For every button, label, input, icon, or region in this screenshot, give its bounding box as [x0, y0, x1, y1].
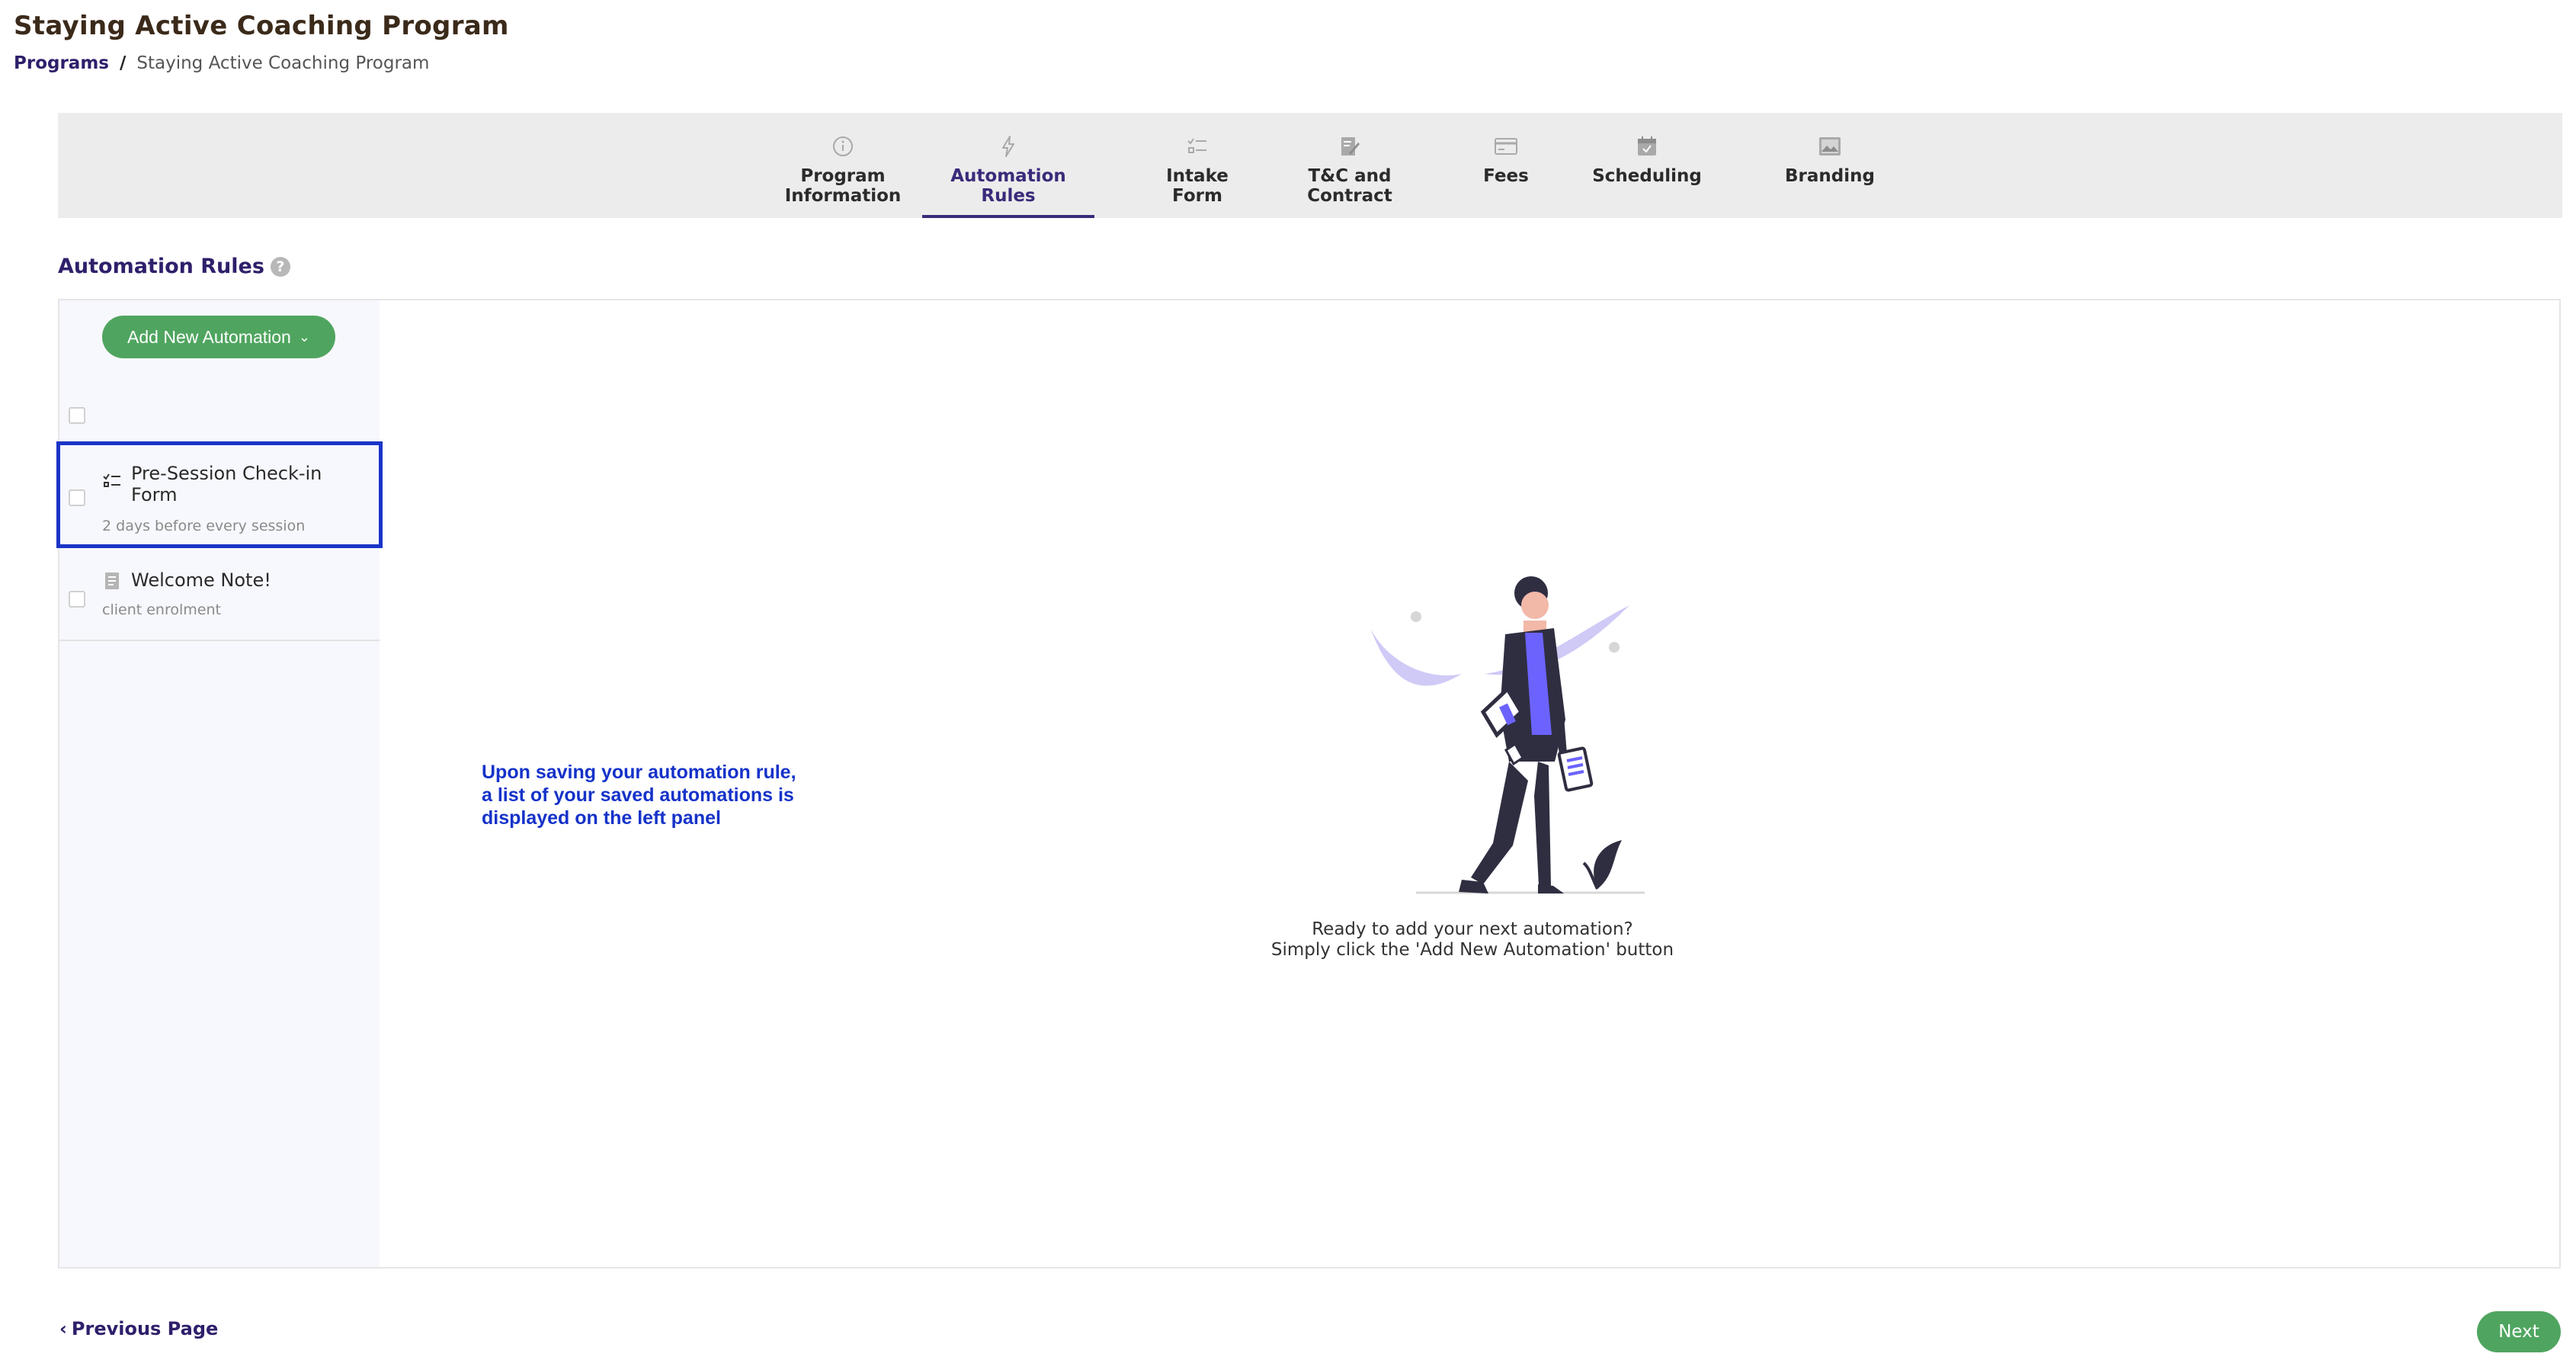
empty-state-line1: Ready to add your next automation? [1312, 919, 1633, 939]
breadcrumb: Programs / Staying Active Coaching Progr… [14, 53, 429, 73]
lightning-icon [996, 134, 1020, 159]
section-title-text: Automation Rules [58, 255, 264, 278]
tab-label: Program Information [784, 166, 902, 206]
previous-page-label: Previous Page [71, 1318, 219, 1339]
add-new-automation-button[interactable]: Add New Automation ⌄ [102, 316, 335, 358]
next-button[interactable]: Next [2477, 1311, 2561, 1352]
tab-branding[interactable]: Branding [1765, 113, 1895, 218]
program-tabs-bar: Program Information Automation Rules Int… [58, 113, 2562, 218]
help-icon[interactable]: ? [270, 256, 290, 277]
annotation-text: Upon saving your automation rule, a list… [482, 762, 796, 829]
chevron-down-icon: ⌄ [298, 329, 310, 345]
document-edit-icon [1338, 134, 1362, 159]
breadcrumb-current: Staying Active Coaching Program [136, 53, 430, 73]
add-new-automation-label: Add New Automation [127, 326, 291, 347]
tab-label: Intake Form [1166, 166, 1229, 206]
tab-program-information[interactable]: Program Information [751, 113, 934, 218]
empty-state-illustration [1370, 576, 1645, 894]
info-circle-icon [831, 134, 855, 159]
calendar-icon [1635, 134, 1659, 159]
tab-label: Fees [1483, 166, 1529, 186]
automation-panel: Add New Automation ⌄ Pre-Session Check-i… [56, 299, 2561, 1269]
tab-label: T&C and Contract [1307, 166, 1392, 206]
tab-intake-form[interactable]: Intake Form [1133, 113, 1262, 218]
empty-state-message: Ready to add your next automation? Simpl… [1168, 919, 1777, 961]
highlight-annotation-box [56, 441, 383, 548]
tab-automation-rules[interactable]: Automation Rules [922, 113, 1094, 218]
checklist-icon [1185, 134, 1210, 159]
tab-scheduling[interactable]: Scheduling [1582, 113, 1712, 218]
breadcrumb-separator: / [119, 53, 127, 73]
credit-card-icon [1494, 134, 1518, 159]
tab-label: Scheduling [1592, 166, 1702, 186]
previous-page-link[interactable]: ‹ Previous Page [59, 1318, 218, 1339]
empty-state-line2: Simply click the 'Add New Automation' bu… [1270, 940, 1674, 960]
automation-item-title: Welcome Note! [131, 569, 271, 591]
tab-tc-contract[interactable]: T&C and Contract [1277, 113, 1422, 218]
note-icon [105, 573, 119, 589]
select-all-checkbox[interactable] [69, 407, 85, 424]
automation-item-subtitle: client enrolment [102, 601, 221, 618]
automation-item-welcome-note[interactable]: Welcome Note! client enrolment [59, 556, 380, 640]
automation-list-panel: Add New Automation ⌄ Pre-Session Check-i… [56, 300, 383, 1267]
page-title: Staying Active Coaching Program [14, 11, 509, 41]
tab-label: Branding [1785, 166, 1875, 186]
list-divider [59, 640, 380, 641]
automation-item-checkbox[interactable] [69, 591, 85, 608]
tab-fees[interactable]: Fees [1460, 113, 1552, 218]
breadcrumb-programs-link[interactable]: Programs [14, 53, 109, 73]
tab-label: Automation Rules [950, 166, 1066, 206]
section-title: Automation Rules ? [58, 255, 290, 278]
active-tab-indicator [922, 215, 1094, 218]
image-icon [1818, 134, 1842, 159]
chevron-left-icon: ‹ [59, 1318, 67, 1339]
